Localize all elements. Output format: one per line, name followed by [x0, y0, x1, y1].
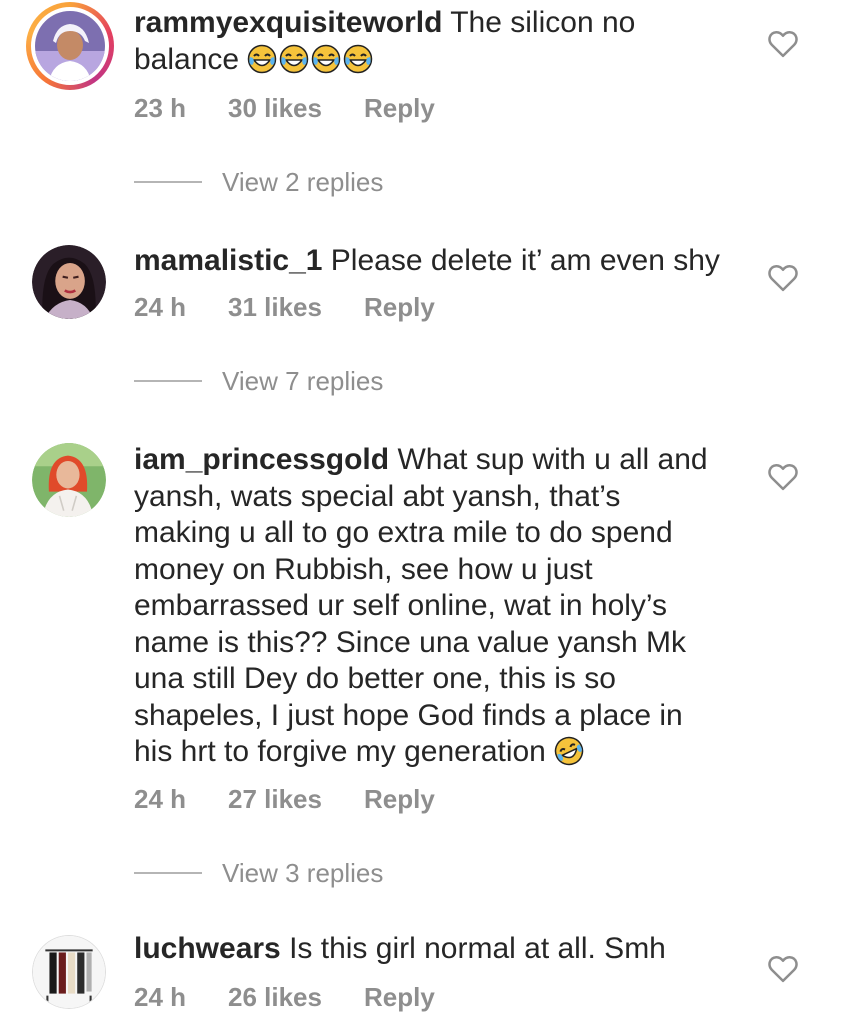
comment-username[interactable]: luchwears	[134, 932, 281, 965]
comment-likes[interactable]: 30 likes	[228, 93, 364, 124]
tears-of-joy-emoji	[247, 43, 375, 76]
avatar-person-makeup-icon	[32, 245, 106, 319]
view-replies-button[interactable]: View 7 replies	[134, 365, 383, 397]
comment-time: 24 h	[134, 982, 187, 1012]
avatar-clothes-rack-icon	[33, 936, 105, 1008]
heart-icon[interactable]	[768, 30, 798, 58]
comment-body: Please delete it’ am even shy	[330, 244, 720, 277]
comment-meta: 24 h 27 likes Reply	[134, 784, 435, 815]
avatar[interactable]	[32, 935, 106, 1009]
comment-time: 24 h	[134, 292, 187, 322]
heart-icon[interactable]	[768, 463, 798, 491]
comment-text: luchwears Is this girl normal at all. Sm…	[134, 931, 734, 968]
comment-meta: 24 h 26 likes Reply	[134, 982, 435, 1013]
reply-button[interactable]: Reply	[364, 292, 435, 323]
comment-body: Is this girl normal at all. Smh	[289, 932, 666, 965]
comment-username[interactable]: iam_princessgold	[134, 443, 389, 476]
divider-line	[134, 380, 202, 382]
reply-button[interactable]: Reply	[364, 93, 435, 124]
comment-username[interactable]: mamalistic_1	[134, 244, 322, 277]
comment-body: What sup with u all and yansh, wats spec…	[134, 443, 708, 768]
comment-username[interactable]: rammyexquisiteworld	[134, 6, 442, 39]
heart-icon[interactable]	[768, 264, 798, 292]
reply-button[interactable]: Reply	[364, 982, 435, 1013]
rolling-laughing-emoji	[554, 736, 584, 766]
comment-text: rammyexquisiteworld The silicon no balan…	[134, 5, 734, 78]
view-replies-label: View 2 replies	[222, 166, 384, 197]
avatar[interactable]	[32, 443, 106, 517]
comment-text: mamalistic_1 Please delete it’ am even s…	[134, 243, 734, 280]
reply-button[interactable]: Reply	[364, 784, 435, 815]
divider-line	[134, 181, 202, 183]
comment-likes[interactable]: 31 likes	[228, 292, 364, 323]
avatar-person-headwrap-icon	[35, 11, 105, 81]
comment-time: 24 h	[134, 784, 187, 814]
avatar-person-red-hair-icon	[32, 443, 106, 517]
comment-time: 23 h	[134, 93, 187, 123]
comment-likes[interactable]: 27 likes	[228, 784, 364, 815]
view-replies-label: View 7 replies	[222, 365, 384, 396]
comment-likes[interactable]: 26 likes	[228, 982, 364, 1013]
comment-meta: 24 h 31 likes Reply	[134, 292, 435, 323]
view-replies-button[interactable]: View 3 replies	[134, 857, 383, 889]
heart-icon[interactable]	[768, 955, 798, 983]
divider-line	[134, 872, 202, 874]
avatar[interactable]	[26, 2, 114, 90]
view-replies-button[interactable]: View 2 replies	[134, 166, 383, 198]
avatar[interactable]	[32, 245, 106, 319]
view-replies-label: View 3 replies	[222, 857, 384, 888]
comment-text: iam_princessgold What sup with u all and…	[134, 442, 714, 771]
comment-meta: 23 h 30 likes Reply	[134, 93, 435, 124]
